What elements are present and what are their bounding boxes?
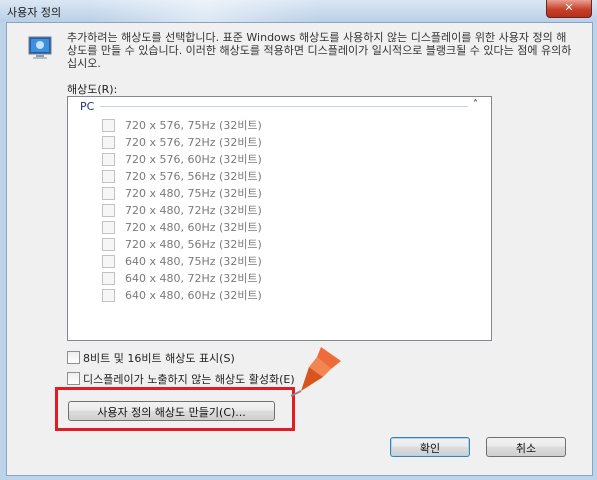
background-blur	[90, 0, 320, 22]
resolution-label: 720 x 576, 60Hz (32비트)	[125, 153, 262, 166]
dialog-body: 추가하려는 해상도를 선택합니다. 표준 Windows 해상도를 사용하지 않…	[6, 22, 593, 476]
group-name: PC	[80, 100, 95, 113]
resolution-item[interactable]: 640 x 480, 72Hz (32비트)	[102, 269, 462, 286]
description-text: 추가하려는 해상도를 선택합니다. 표준 Windows 해상도를 사용하지 않…	[67, 31, 572, 70]
resolution-label: 해상도(R):	[67, 83, 118, 96]
resolution-checkbox[interactable]	[102, 119, 115, 132]
resolution-list[interactable]: PC ˄ 720 x 576, 75Hz (32비트) 720 x 576, 72…	[67, 96, 492, 341]
chevron-up-icon[interactable]: ˄	[473, 99, 478, 110]
title-bar: 사용자 정의 ✕	[0, 0, 597, 22]
resolution-item[interactable]: 720 x 480, 60Hz (32비트)	[102, 218, 462, 235]
resolution-label: 640 x 480, 60Hz (32비트)	[125, 289, 262, 302]
resolution-checkbox[interactable]	[102, 238, 115, 251]
show-8-16bit-checkbox[interactable]	[67, 351, 80, 364]
resolution-item[interactable]: 720 x 576, 56Hz (32비트)	[102, 167, 462, 184]
resolution-item[interactable]: 720 x 480, 75Hz (32비트)	[102, 184, 462, 201]
show-8-16bit-label: 8비트 및 16비트 해상도 표시(S)	[83, 352, 235, 365]
resolution-label: 720 x 576, 75Hz (32비트)	[125, 119, 262, 132]
cancel-button[interactable]: 취소	[486, 437, 566, 457]
resolution-checkbox[interactable]	[102, 187, 115, 200]
resolution-item[interactable]: 720 x 480, 72Hz (32비트)	[102, 201, 462, 218]
resolution-item[interactable]: 720 x 576, 72Hz (32비트)	[102, 133, 462, 150]
resolution-label: 720 x 480, 72Hz (32비트)	[125, 204, 262, 217]
resolution-checkbox[interactable]	[102, 136, 115, 149]
pushpin-icon	[290, 347, 341, 397]
resolution-item[interactable]: 720 x 576, 75Hz (32비트)	[102, 116, 462, 133]
resolution-checkbox[interactable]	[102, 153, 115, 166]
group-divider	[100, 106, 468, 107]
ok-button[interactable]: 확인	[390, 437, 470, 457]
resolution-item[interactable]: 720 x 576, 60Hz (32비트)	[102, 150, 462, 167]
resolution-checkbox[interactable]	[102, 170, 115, 183]
close-icon: ✕	[564, 1, 574, 14]
highlight-box	[55, 387, 295, 431]
resolution-label: 720 x 480, 60Hz (32비트)	[125, 221, 262, 234]
group-header[interactable]: PC ˄	[68, 97, 491, 115]
enable-unexposed-label: 디스플레이가 노출하지 않는 해상도 활성화(E)	[83, 373, 295, 386]
resolution-checkbox[interactable]	[102, 255, 115, 268]
resolution-checkbox[interactable]	[102, 272, 115, 285]
resolution-label: 720 x 576, 56Hz (32비트)	[125, 170, 262, 183]
window-title: 사용자 정의	[7, 6, 62, 19]
resolution-label: 720 x 480, 56Hz (32비트)	[125, 238, 262, 251]
resolution-item[interactable]: 640 x 480, 60Hz (32비트)	[102, 286, 462, 303]
resolution-label: 640 x 480, 75Hz (32비트)	[125, 255, 262, 268]
resolution-checkbox[interactable]	[102, 221, 115, 234]
resolution-label: 720 x 480, 75Hz (32비트)	[125, 187, 262, 200]
resolution-label: 720 x 576, 72Hz (32비트)	[125, 136, 262, 149]
resolution-item[interactable]: 640 x 480, 75Hz (32비트)	[102, 252, 462, 269]
resolution-checkbox[interactable]	[102, 289, 115, 302]
enable-unexposed-checkbox[interactable]	[67, 372, 80, 385]
monitor-icon	[28, 36, 52, 59]
resolution-item[interactable]: 720 x 480, 56Hz (32비트)	[102, 235, 462, 252]
resolution-label: 640 x 480, 72Hz (32비트)	[125, 272, 262, 285]
resolution-checkbox[interactable]	[102, 204, 115, 217]
close-button[interactable]: ✕	[546, 0, 592, 18]
